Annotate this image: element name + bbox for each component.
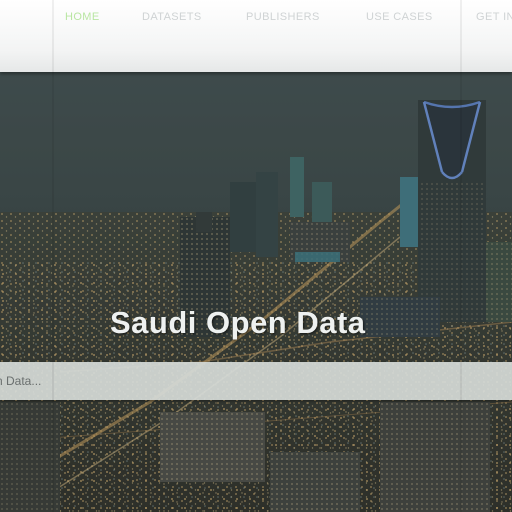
hero-section: Saudi Open Data — [0, 72, 512, 512]
top-navigation-bar: HOME DATASETS PUBLISHERS USE CASES GET I… — [0, 0, 512, 72]
city-skyline-image — [0, 72, 512, 512]
nav-item-get-in-touch[interactable]: GET IN — [476, 11, 512, 23]
column-divider — [52, 0, 54, 512]
nav-item-publishers[interactable]: PUBLISHERS — [246, 11, 320, 23]
nav-item-use-cases[interactable]: USE CASES — [366, 11, 433, 23]
column-divider — [460, 0, 462, 512]
page: HOME DATASETS PUBLISHERS USE CASES GET I… — [0, 0, 512, 512]
nav-item-home[interactable]: HOME — [65, 11, 100, 23]
search-input[interactable] — [0, 362, 496, 400]
search-bar — [0, 362, 512, 400]
hero-title: Saudi Open Data — [110, 305, 366, 340]
nav-item-datasets[interactable]: DATASETS — [142, 11, 202, 23]
